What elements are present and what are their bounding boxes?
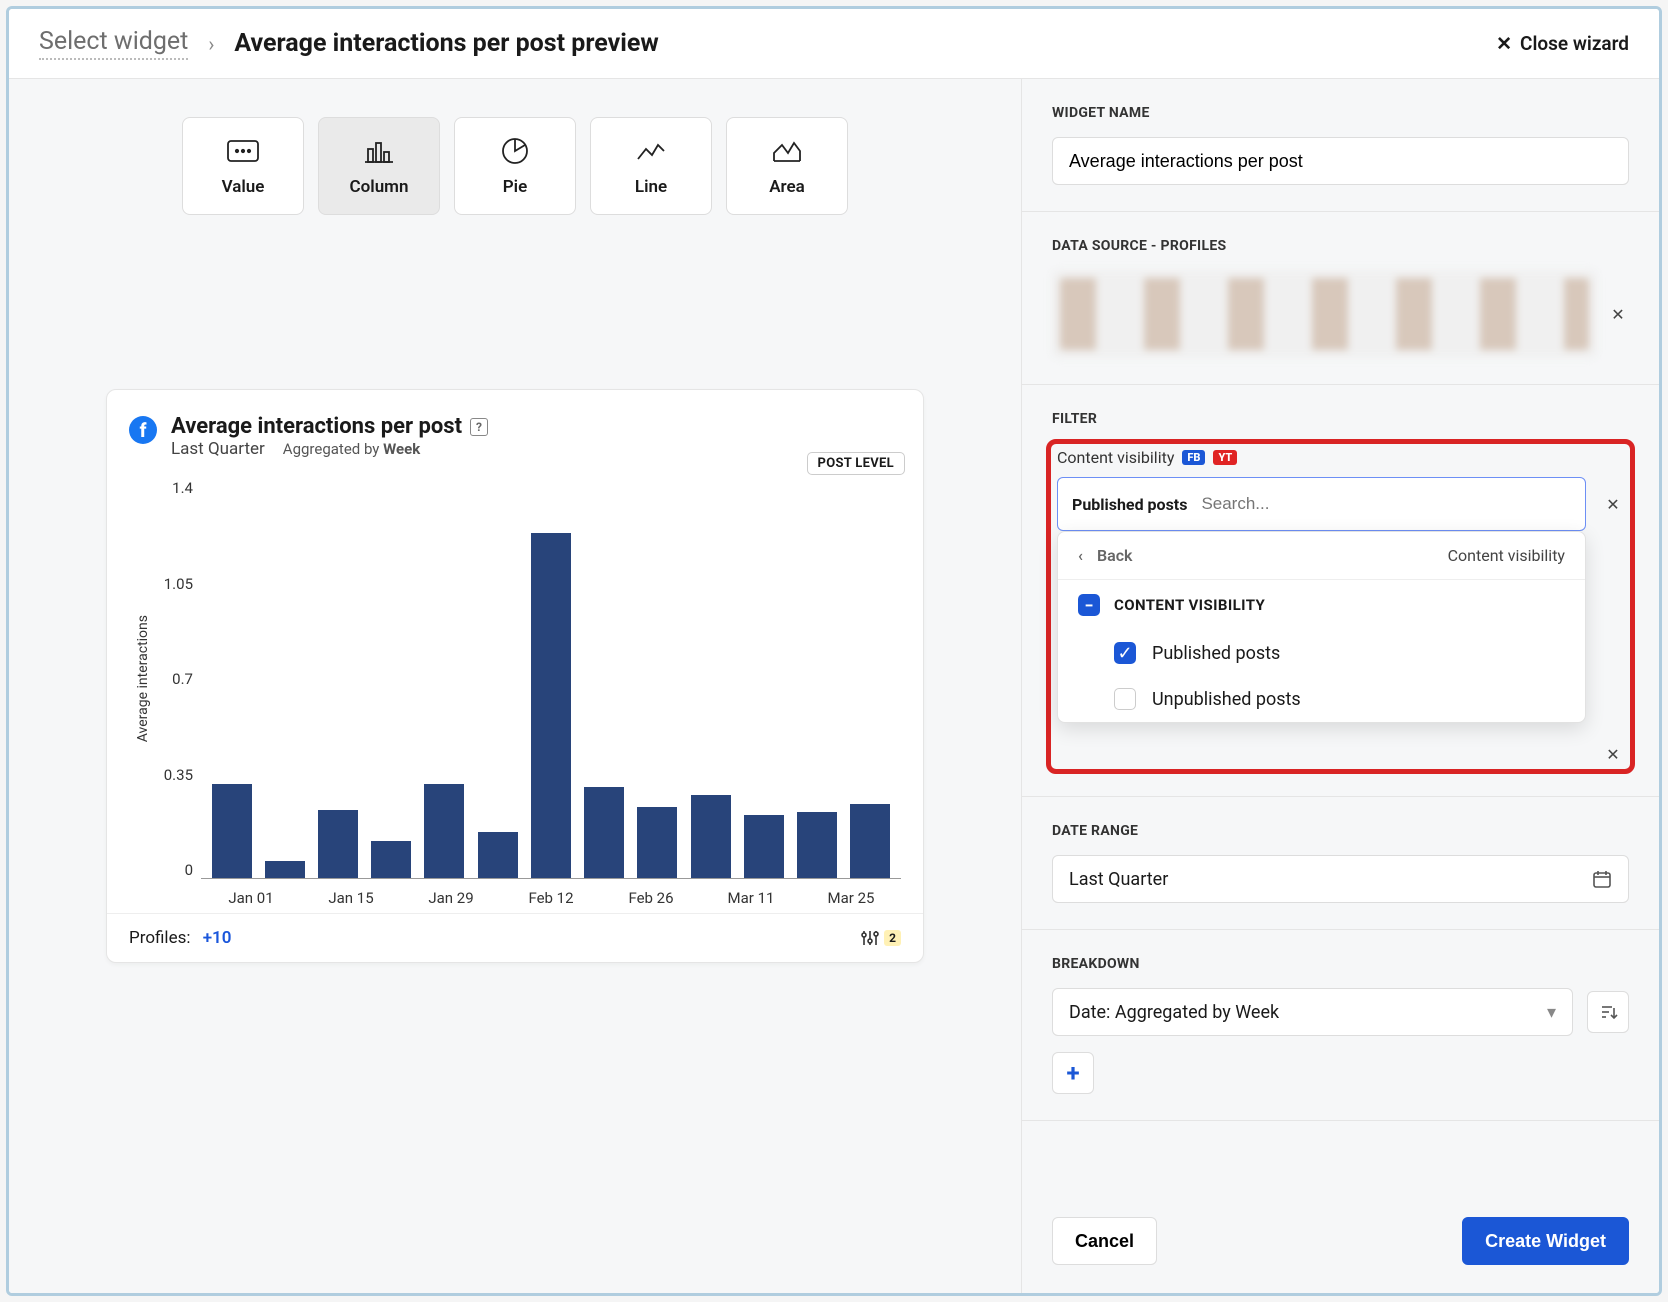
filter-title: Content visibility <box>1057 448 1174 467</box>
chart-type-area-label: Area <box>769 177 805 197</box>
dropdown-group-label: CONTENT VISIBILITY <box>1114 596 1265 614</box>
sort-direction-button[interactable] <box>1587 991 1629 1033</box>
chart-area: Average interactions 1.41.050.70.350 Jan… <box>107 469 923 913</box>
chart-type-column[interactable]: Column <box>318 117 440 215</box>
chart-bar <box>531 533 571 878</box>
calendar-icon <box>1592 869 1612 889</box>
pie-icon <box>501 135 529 167</box>
profiles-selector[interactable] <box>1052 270 1597 358</box>
minus-square-icon: − <box>1078 594 1100 616</box>
filter-highlight: Content visibility FB YT Published posts… <box>1046 439 1635 774</box>
filter-input[interactable]: Published posts <box>1057 477 1586 531</box>
chart-bar <box>691 795 731 878</box>
dropdown-back-button[interactable]: ‹ Back <box>1078 546 1133 565</box>
breakdown-select[interactable]: Date: Aggregated by Week ▾ <box>1052 988 1573 1036</box>
dropdown-group-header[interactable]: − CONTENT VISIBILITY <box>1058 580 1585 630</box>
chart-bar <box>318 810 358 878</box>
profiles-count-link[interactable]: +10 <box>203 928 232 948</box>
section-label-widget-name: WIDGET NAME <box>1052 105 1629 121</box>
sort-icon <box>1598 1002 1618 1022</box>
chart-bar <box>265 861 305 878</box>
chart-type-value-label: Value <box>222 177 265 197</box>
wizard-footer: Cancel Create Widget <box>1022 1189 1659 1293</box>
dropdown-option-label: Unpublished posts <box>1152 689 1301 710</box>
clear-filter-2-button[interactable]: ✕ <box>1602 743 1624 765</box>
chart-type-value[interactable]: Value <box>182 117 304 215</box>
chart-type-pie[interactable]: Pie <box>454 117 576 215</box>
chart-bar <box>797 812 837 878</box>
date-range-select[interactable]: Last Quarter <box>1052 855 1629 903</box>
close-wizard-button[interactable]: ✕ Close wizard <box>1496 32 1629 55</box>
sliders-icon <box>860 928 880 948</box>
area-icon <box>772 135 802 167</box>
checkbox-unchecked-icon <box>1114 688 1136 710</box>
widget-name-input[interactable] <box>1052 137 1629 185</box>
card-subtitle: Last Quarter <box>171 439 265 459</box>
dropdown-option-unpublished[interactable]: Unpublished posts <box>1058 676 1585 722</box>
fb-badge-icon: FB <box>1182 450 1205 465</box>
page-title: Average interactions per post preview <box>234 29 658 58</box>
create-widget-button[interactable]: Create Widget <box>1462 1217 1629 1265</box>
chart-type-area[interactable]: Area <box>726 117 848 215</box>
section-label-breakdown: BREAKDOWN <box>1052 956 1629 972</box>
chart-type-column-label: Column <box>350 177 409 197</box>
chart-bar <box>584 787 624 878</box>
close-icon: ✕ <box>1496 32 1512 55</box>
filter-chip: Published posts <box>1072 495 1187 514</box>
chart-bar <box>478 832 518 878</box>
close-wizard-label: Close wizard <box>1520 32 1629 55</box>
breadcrumb-back[interactable]: Select widget <box>39 27 188 60</box>
x-axis-ticks: Jan 01Jan 15Jan 29Feb 12Feb 26Mar 11Mar … <box>201 889 901 907</box>
value-icon <box>227 135 259 167</box>
post-level-badge: POST LEVEL <box>807 452 905 475</box>
add-breakdown-button[interactable]: + <box>1052 1052 1094 1094</box>
chart-bar <box>212 784 252 878</box>
y-axis-label: Average interactions <box>129 615 151 742</box>
filter-search-field[interactable] <box>1201 494 1571 514</box>
section-label-filter: FILTER <box>1052 411 1629 427</box>
chart-type-selector: Value Column Pie Line Area <box>182 117 848 215</box>
widget-settings-button[interactable]: 2 <box>860 928 901 948</box>
help-icon[interactable]: ? <box>470 418 488 436</box>
y-axis-ticks: 1.41.050.70.350 <box>151 479 201 879</box>
column-icon <box>364 135 394 167</box>
line-icon <box>636 135 666 167</box>
clear-filter-button[interactable]: ✕ <box>1602 493 1624 515</box>
chevron-right-icon: › <box>208 32 214 56</box>
profiles-summary: Profiles: +10 <box>129 928 231 948</box>
date-range-value: Last Quarter <box>1069 869 1168 890</box>
chart-plot <box>201 479 901 879</box>
wizard-header: Select widget › Average interactions per… <box>9 9 1659 79</box>
chevron-left-icon: ‹ <box>1078 546 1083 565</box>
preview-column: Value Column Pie Line Area <box>9 79 1021 1293</box>
chart-type-line[interactable]: Line <box>590 117 712 215</box>
checkbox-checked-icon: ✓ <box>1114 642 1136 664</box>
widget-preview-card: f Average interactions per post ? Last Q… <box>106 389 924 963</box>
breakdown-value: Date: Aggregated by Week <box>1069 1002 1279 1023</box>
dropdown-breadcrumb: Content visibility <box>1448 546 1565 565</box>
chart-bar <box>637 807 677 878</box>
clear-profiles-button[interactable]: ✕ <box>1607 303 1629 325</box>
dropdown-back-label: Back <box>1097 546 1133 565</box>
facebook-icon: f <box>129 416 157 444</box>
chart-bar <box>744 815 784 878</box>
dropdown-option-label: Published posts <box>1152 643 1280 664</box>
filter-dropdown: ‹ Back Content visibility − CONTENT VISI… <box>1057 531 1586 723</box>
chart-bar <box>371 841 411 878</box>
chart-bar <box>850 804 890 878</box>
chart-type-line-label: Line <box>635 177 667 197</box>
section-label-data-source: DATA SOURCE - PROFILES <box>1052 238 1629 254</box>
section-label-date-range: DATE RANGE <box>1052 823 1629 839</box>
chart-bar <box>424 784 464 878</box>
card-aggregation: Aggregated by Week <box>283 440 420 458</box>
chevron-down-icon: ▾ <box>1547 1002 1556 1023</box>
cancel-button[interactable]: Cancel <box>1052 1217 1157 1265</box>
config-sidebar: WIDGET NAME DATA SOURCE - PROFILES ✕ FIL… <box>1021 79 1659 1293</box>
card-title: Average interactions per post <box>171 414 462 439</box>
dropdown-option-published[interactable]: ✓ Published posts <box>1058 630 1585 676</box>
settings-count-badge: 2 <box>884 930 901 946</box>
yt-badge-icon: YT <box>1213 450 1237 465</box>
chart-type-pie-label: Pie <box>503 177 527 197</box>
